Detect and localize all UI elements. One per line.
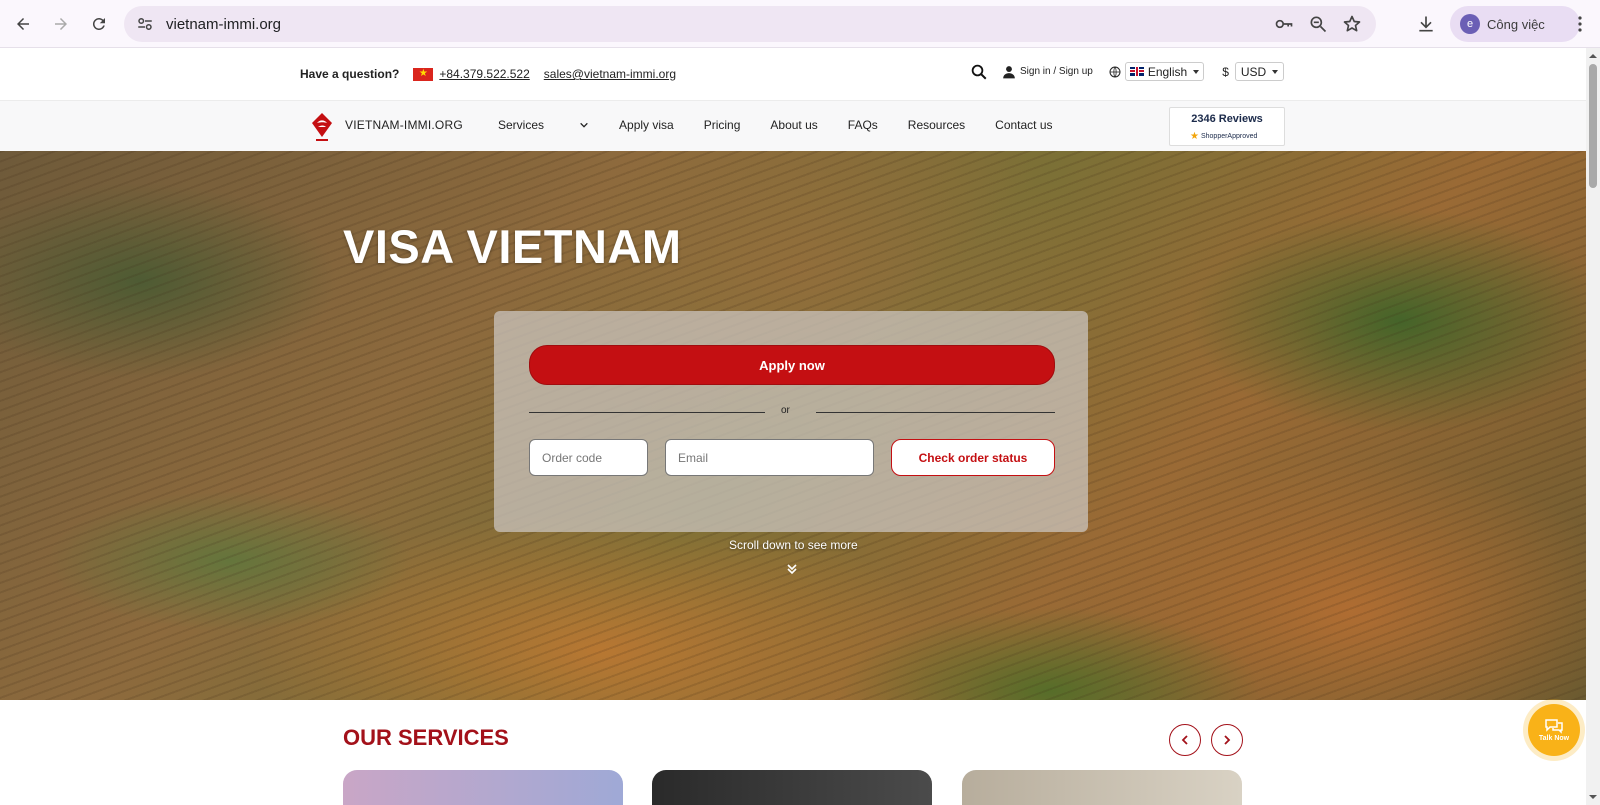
vietnam-flag-icon: ★ (413, 67, 434, 81)
nav-item-services[interactable]: Services (498, 118, 589, 132)
language-value: English (1147, 64, 1188, 79)
address-bar[interactable]: vietnam-immi.org (124, 6, 1376, 42)
download-icon[interactable] (1416, 14, 1436, 34)
page-scrollbar[interactable] (1586, 48, 1600, 805)
currency-value: USD (1240, 64, 1267, 79)
brand-name[interactable]: VIETNAM-IMMI.ORG (345, 118, 463, 132)
nav-menu: Services Apply visa Pricing About us FAQ… (498, 118, 1083, 132)
nav-item-resources[interactable]: Resources (908, 118, 965, 132)
search-icon[interactable] (970, 63, 988, 81)
star-icon: ★ (1190, 131, 1199, 142)
apply-now-button[interactable]: Apply now (529, 345, 1055, 385)
divider-right (816, 412, 1055, 413)
service-card-image[interactable] (343, 770, 623, 805)
talk-now-label: Talk Now (1538, 735, 1570, 742)
site-settings-icon[interactable] (136, 15, 154, 33)
arrow-right-icon (55, 17, 67, 30)
services-prev-button[interactable] (1169, 724, 1201, 756)
scroll-hint[interactable]: Scroll down to see more (729, 538, 858, 552)
question-label: Have a question? (300, 67, 400, 81)
scroll-down-arrow-icon[interactable] (1589, 793, 1597, 801)
service-card-image[interactable] (652, 770, 932, 805)
language-select[interactable]: English (1124, 62, 1205, 81)
bookmark-star-icon[interactable] (1342, 14, 1362, 34)
scroll-up-arrow-icon[interactable] (1589, 52, 1597, 60)
caret-down-icon (1193, 69, 1200, 74)
globe-icon (1109, 66, 1121, 77)
hero-title: VISA VIETNAM (343, 220, 682, 273)
currency-symbol: $ (1222, 64, 1229, 79)
phone-link[interactable]: +84.379.522.522 (439, 67, 529, 81)
browser-toolbar: vietnam-immi.org e Công việc (0, 0, 1600, 48)
signin-link[interactable]: Sign in / Sign up (1020, 66, 1093, 77)
nav-item-label: Services (498, 118, 545, 132)
user-icon[interactable] (1002, 65, 1016, 79)
visa-action-panel: Apply now or Order code Email Check orde… (494, 311, 1088, 532)
top-info-bar: Have a question? ★ +84.379.522.522 sales… (0, 48, 1586, 101)
chevron-right-icon (1224, 735, 1231, 745)
reviews-count: 2346 Reviews (1191, 113, 1263, 125)
double-chevron-down-icon[interactable] (786, 563, 798, 575)
reload-button[interactable] (82, 7, 116, 41)
reviews-badge[interactable]: 2346 Reviews ★ ShopperApproved (1169, 107, 1285, 146)
chat-bubbles-icon (1545, 719, 1563, 734)
talk-now-chat-button[interactable]: Talk Now (1528, 704, 1580, 756)
key-icon[interactable] (1274, 14, 1294, 34)
arrow-left-icon (17, 17, 29, 30)
or-label: or (781, 405, 790, 416)
shopper-approved-logo: ShopperApproved (1200, 133, 1258, 140)
currency-select[interactable]: USD (1234, 62, 1285, 81)
web-page: Have a question? ★ +84.379.522.522 sales… (0, 48, 1586, 805)
zoom-icon[interactable] (1308, 14, 1328, 34)
email-input[interactable]: Email (665, 439, 874, 476)
reload-icon (92, 17, 105, 30)
nav-item-contact-us[interactable]: Contact us (995, 118, 1052, 132)
hero-section: VISA VIETNAM Apply now or Order code Ema… (0, 151, 1586, 700)
scrollbar-thumb[interactable] (1589, 64, 1597, 188)
nav-item-apply-visa[interactable]: Apply visa (619, 118, 674, 132)
nav-item-faqs[interactable]: FAQs (848, 118, 878, 132)
caret-down-icon (1272, 69, 1279, 74)
back-button[interactable] (6, 7, 40, 41)
browser-menu-button[interactable] (1570, 12, 1590, 36)
chevron-down-icon (580, 122, 588, 128)
check-order-status-button[interactable]: Check order status (891, 439, 1055, 476)
url-text[interactable]: vietnam-immi.org (166, 16, 281, 33)
service-card-image[interactable] (962, 770, 1242, 805)
profile-name: Công việc (1487, 16, 1545, 32)
avatar: e (1460, 14, 1480, 34)
more-vert-icon (1578, 16, 1582, 32)
main-navigation: VIETNAM-IMMI.ORG Services Apply visa Pri… (0, 101, 1586, 151)
divider-left (529, 412, 765, 413)
uk-flag-icon (1129, 67, 1144, 76)
services-title: OUR SERVICES (343, 725, 509, 750)
nav-item-about-us[interactable]: About us (770, 118, 817, 132)
chevron-left-icon (1181, 735, 1188, 745)
order-code-input[interactable]: Order code (529, 439, 648, 476)
services-next-button[interactable] (1211, 724, 1243, 756)
profile-button[interactable]: e Công việc (1450, 6, 1580, 42)
nav-item-pricing[interactable]: Pricing (704, 118, 741, 132)
email-link[interactable]: sales@vietnam-immi.org (544, 67, 676, 81)
forward-button[interactable] (44, 7, 78, 41)
brand-logo-icon[interactable] (310, 111, 334, 143)
